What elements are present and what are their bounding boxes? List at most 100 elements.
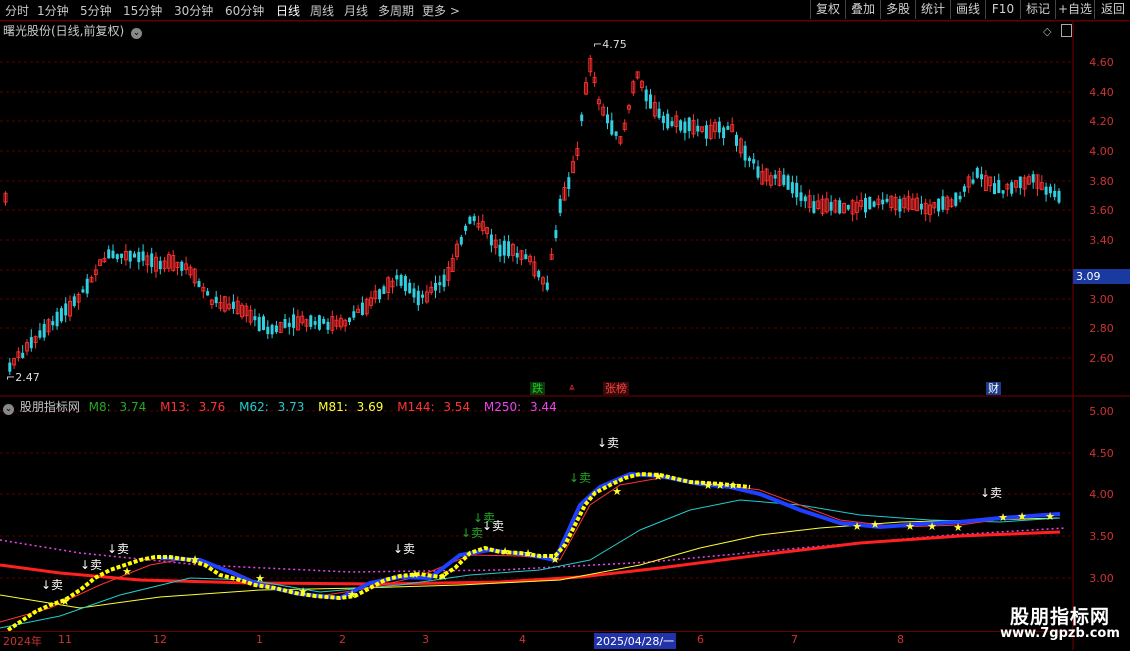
candle-body: [610, 120, 614, 135]
candle-body: [128, 250, 132, 262]
candle-body: [679, 120, 683, 131]
star-icon: ★: [870, 518, 880, 531]
candle-body: [1044, 186, 1048, 195]
candle-body: [644, 89, 648, 102]
candle-body: [803, 196, 807, 202]
watermark: 股朋指标网 www.7gpzb.com: [990, 602, 1130, 648]
candle-body: [614, 131, 618, 136]
date-label: 7: [791, 633, 798, 646]
candle-body: [115, 254, 119, 260]
candle-body: [670, 121, 674, 126]
candle-body: [747, 157, 751, 162]
candle-body: [464, 225, 468, 231]
candle-body: [885, 198, 889, 202]
star-icon: ★: [905, 520, 915, 533]
candle-body: [515, 252, 519, 258]
indicator-name[interactable]: 股朋指标网: [20, 400, 80, 414]
event-tag-finance[interactable]: 财: [986, 382, 1001, 395]
candle-body: [606, 114, 609, 124]
event-tag-fall[interactable]: 跌: [530, 382, 545, 395]
sell-signal: ↓卖: [597, 436, 620, 450]
sell-signal: ↓卖: [461, 526, 484, 540]
candle-body: [262, 316, 265, 330]
date-cursor-label: 2025/04/28/一: [594, 633, 677, 649]
candle-body: [795, 182, 799, 198]
star-icon: ★: [612, 485, 622, 498]
candle-body: [868, 196, 872, 210]
candle-body: [137, 251, 141, 263]
chart-canvas[interactable]: ★ ★ ★ ★ ★ ★ ★ ★ ★ ★ ★ ★ ★ ★ ★ ★ ★ ★ ★ ★ ★ ★ ★ ★: [0, 0, 1130, 650]
candle-body: [313, 321, 317, 325]
candle-body: [317, 315, 321, 330]
event-tag-limit-list[interactable]: 张榜: [603, 382, 629, 395]
candle-body: [507, 241, 511, 257]
chevron-down-icon[interactable]: ⌄: [131, 28, 143, 39]
candle-body: [399, 274, 403, 286]
star-icon: ★: [653, 470, 663, 483]
candle-body: [468, 216, 472, 224]
candle-body: [696, 125, 700, 132]
star-icon: ★: [1017, 510, 1027, 523]
candle-body: [502, 240, 506, 256]
candle-body: [274, 325, 278, 333]
indicator-tick: 3.50: [1089, 530, 1114, 543]
date-label: 12: [153, 633, 167, 646]
candle-body: [1048, 186, 1052, 194]
candlesticks: [3, 55, 1061, 375]
candle-body: [864, 198, 867, 213]
candle-body: [838, 200, 842, 214]
candle-body: [872, 201, 876, 207]
candle-body: [322, 318, 326, 324]
candle-body: [412, 288, 416, 298]
legend-m13: M13: 3.76: [160, 400, 226, 414]
candle-body: [881, 199, 885, 205]
candle-body: [489, 234, 493, 246]
candle-body: [919, 203, 923, 210]
candle-body: [666, 113, 670, 129]
star-icon: ★: [347, 588, 357, 601]
legend-m250: M250: 3.44: [483, 400, 557, 414]
candle-body: [51, 321, 55, 326]
diamond-icon[interactable]: ◇: [1043, 25, 1051, 38]
date-label: 8: [897, 633, 904, 646]
panel-toggle-icon[interactable]: [1061, 24, 1072, 37]
candle-body: [790, 182, 794, 194]
star-icon: ★: [703, 479, 713, 492]
candle-body: [752, 159, 756, 164]
candle-body: [85, 278, 89, 294]
date-label: 1: [256, 633, 263, 646]
candle-body: [438, 282, 442, 286]
candle-body: [993, 183, 996, 195]
candle-body: [537, 270, 541, 278]
star-icon: ★: [60, 595, 70, 608]
star-icon: ★: [255, 572, 265, 585]
stock-title: 曙光股份(日线,前复权): [3, 24, 125, 38]
star-icon: ★: [438, 570, 448, 583]
chevron-down-icon[interactable]: ⌄: [3, 404, 14, 415]
candle-body: [799, 192, 803, 201]
candle-body: [1001, 190, 1005, 194]
price-tick: 2.80: [1089, 322, 1114, 335]
star-icon: ★: [852, 520, 862, 533]
candle-body: [416, 290, 420, 306]
candle-body: [722, 127, 726, 139]
candle-body: [756, 166, 760, 178]
candle-body: [554, 230, 558, 239]
candle-body: [726, 125, 730, 130]
candle-body: [326, 321, 330, 330]
candle-body: [111, 250, 115, 258]
candle-body: [403, 276, 407, 292]
candle-body: [704, 125, 708, 139]
candle-body: [382, 286, 386, 294]
candle-body: [253, 316, 257, 321]
candle-body: [42, 323, 46, 338]
price-tick: 4.20: [1089, 115, 1114, 128]
star-icon: ★: [523, 547, 533, 560]
candle-body: [287, 322, 291, 327]
candle-body: [997, 179, 1001, 193]
candle-body: [141, 251, 145, 261]
star-icon: ★: [550, 553, 560, 566]
candle-body: [975, 167, 979, 178]
date-axis: 2024年 11 12 1 2 3 4 2025/04/28/一 6 7 8: [0, 631, 1073, 651]
candle-body: [1018, 176, 1022, 189]
